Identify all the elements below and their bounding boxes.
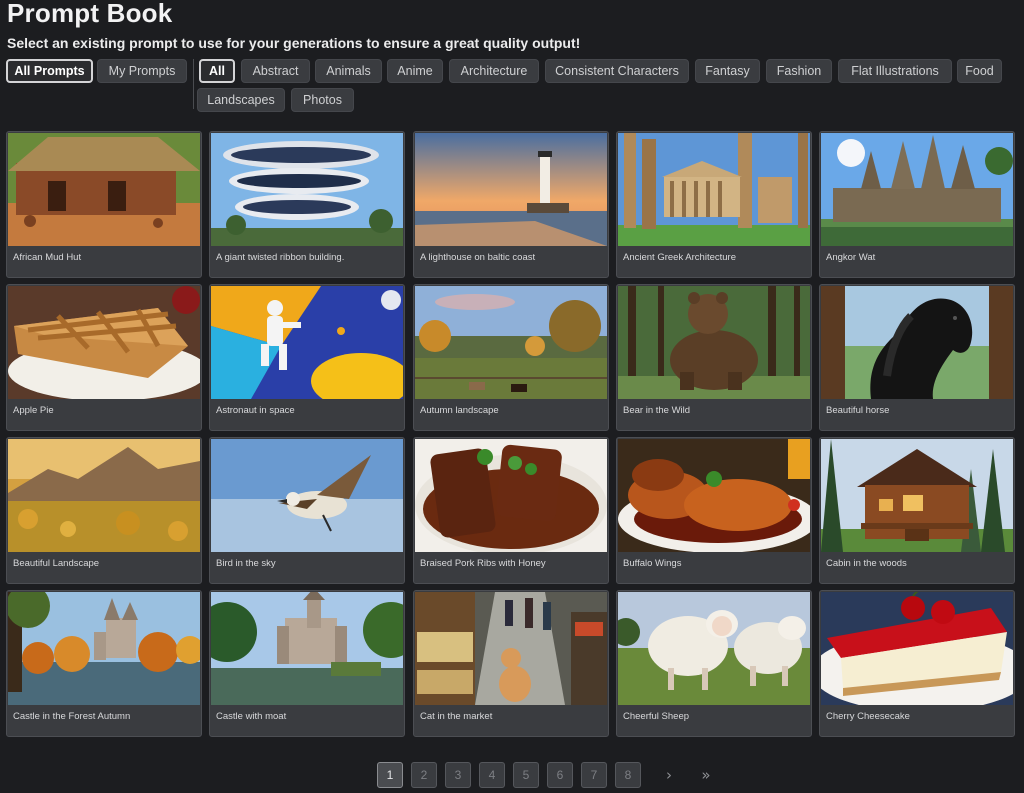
- page-button-8[interactable]: 8: [615, 762, 641, 788]
- category-food[interactable]: Food: [957, 59, 1002, 83]
- tab-all-prompts[interactable]: All Prompts: [6, 59, 93, 83]
- category-fantasy[interactable]: Fantasy: [695, 59, 760, 83]
- prompt-thumbnail: [821, 133, 1013, 246]
- prompt-thumbnail: [415, 592, 607, 705]
- page-button-6[interactable]: 6: [547, 762, 573, 788]
- prompt-card[interactable]: Cheerful Sheep: [616, 590, 812, 737]
- prompt-card[interactable]: Castle in the Forest Autumn: [6, 590, 202, 737]
- prompt-card[interactable]: Ancient Greek Architecture: [616, 131, 812, 278]
- prompt-card[interactable]: A giant twisted ribbon building.: [209, 131, 405, 278]
- page-button-1[interactable]: 1: [377, 762, 403, 788]
- filter-divider: [193, 59, 194, 109]
- prompt-label: Braised Pork Ribs with Honey: [420, 558, 546, 569]
- category-flat-illustrations[interactable]: Flat Illustrations: [838, 59, 952, 83]
- prompt-thumbnail: [415, 133, 607, 246]
- page-button-7[interactable]: 7: [581, 762, 607, 788]
- category-abstract[interactable]: Abstract: [241, 59, 310, 83]
- prompt-card[interactable]: Astronaut in space: [209, 284, 405, 431]
- prompt-thumbnail: [821, 286, 1013, 399]
- prompt-thumbnail: [618, 133, 810, 246]
- prompt-card[interactable]: Beautiful Landscape: [6, 437, 202, 584]
- prompt-label: A giant twisted ribbon building.: [216, 252, 345, 263]
- page-subtitle: Select an existing prompt to use for you…: [7, 35, 581, 51]
- category-architecture[interactable]: Architecture: [449, 59, 539, 83]
- prompt-label: Castle in the Forest Autumn: [13, 711, 131, 722]
- prompt-thumbnail: [8, 286, 200, 399]
- prompt-thumbnail: [211, 439, 403, 552]
- prompt-label: Cheerful Sheep: [623, 711, 690, 722]
- prompt-label: Apple Pie: [13, 405, 54, 416]
- prompt-label: Castle with moat: [216, 711, 287, 722]
- prompt-label: Bear in the Wild: [623, 405, 691, 416]
- pagination: 1 2 3 4 5 6 7 8 › »: [0, 762, 1024, 788]
- page-title: Prompt Book: [7, 0, 173, 28]
- category-fashion[interactable]: Fashion: [766, 59, 832, 83]
- prompt-thumbnail: [618, 439, 810, 552]
- prompt-card[interactable]: Beautiful horse: [819, 284, 1015, 431]
- prompt-thumbnail: [8, 133, 200, 246]
- page-button-2[interactable]: 2: [411, 762, 437, 788]
- page-button-5[interactable]: 5: [513, 762, 539, 788]
- prompt-label: Angkor Wat: [826, 252, 876, 263]
- category-landscapes[interactable]: Landscapes: [197, 88, 285, 112]
- prompt-card[interactable]: African Mud Hut: [6, 131, 202, 278]
- prompt-thumbnail: [821, 439, 1013, 552]
- prompt-label: Beautiful Landscape: [13, 558, 100, 569]
- prompt-label: Autumn landscape: [420, 405, 499, 416]
- prompt-thumbnail: [211, 286, 403, 399]
- prompt-card[interactable]: Buffalo Wings: [616, 437, 812, 584]
- prompt-label: African Mud Hut: [13, 252, 82, 263]
- prompt-card[interactable]: Autumn landscape: [413, 284, 609, 431]
- category-consistent-characters[interactable]: Consistent Characters: [545, 59, 689, 83]
- prompt-label: Buffalo Wings: [623, 558, 682, 569]
- prompt-card[interactable]: Castle with moat: [209, 590, 405, 737]
- category-photos[interactable]: Photos: [291, 88, 354, 112]
- category-animals[interactable]: Animals: [315, 59, 382, 83]
- prompt-thumbnail: [8, 439, 200, 552]
- prompt-thumbnail: [211, 592, 403, 705]
- prompt-card[interactable]: Cabin in the woods: [819, 437, 1015, 584]
- prompt-label: Cabin in the woods: [826, 558, 907, 569]
- category-all[interactable]: All: [199, 59, 235, 83]
- double-chevron-right-icon[interactable]: »: [696, 764, 716, 786]
- prompt-thumbnail: [618, 592, 810, 705]
- prompt-card[interactable]: A lighthouse on baltic coast: [413, 131, 609, 278]
- prompt-card[interactable]: Cat in the market: [413, 590, 609, 737]
- prompt-card[interactable]: Angkor Wat: [819, 131, 1015, 278]
- prompt-thumbnail: [415, 286, 607, 399]
- chevron-right-icon[interactable]: ›: [659, 764, 679, 786]
- tab-my-prompts[interactable]: My Prompts: [97, 59, 187, 83]
- prompt-label: A lighthouse on baltic coast: [420, 252, 536, 263]
- prompt-thumbnail: [618, 286, 810, 399]
- prompt-label: Ancient Greek Architecture: [623, 252, 736, 263]
- prompt-card[interactable]: Cherry Cheesecake: [819, 590, 1015, 737]
- prompt-card[interactable]: Apple Pie: [6, 284, 202, 431]
- prompt-label: Cat in the market: [420, 711, 493, 722]
- prompt-card[interactable]: Bear in the Wild: [616, 284, 812, 431]
- page-button-4[interactable]: 4: [479, 762, 505, 788]
- page-button-3[interactable]: 3: [445, 762, 471, 788]
- prompt-card[interactable]: Bird in the sky: [209, 437, 405, 584]
- prompt-label: Cherry Cheesecake: [826, 711, 910, 722]
- prompt-label: Astronaut in space: [216, 405, 295, 416]
- category-anime[interactable]: Anime: [387, 59, 443, 83]
- prompt-label: Beautiful horse: [826, 405, 890, 416]
- prompt-thumbnail: [211, 133, 403, 246]
- prompt-thumbnail: [415, 439, 607, 552]
- prompt-card[interactable]: Braised Pork Ribs with Honey: [413, 437, 609, 584]
- prompt-label: Bird in the sky: [216, 558, 276, 569]
- prompt-thumbnail: [8, 592, 200, 705]
- prompt-thumbnail: [821, 592, 1013, 705]
